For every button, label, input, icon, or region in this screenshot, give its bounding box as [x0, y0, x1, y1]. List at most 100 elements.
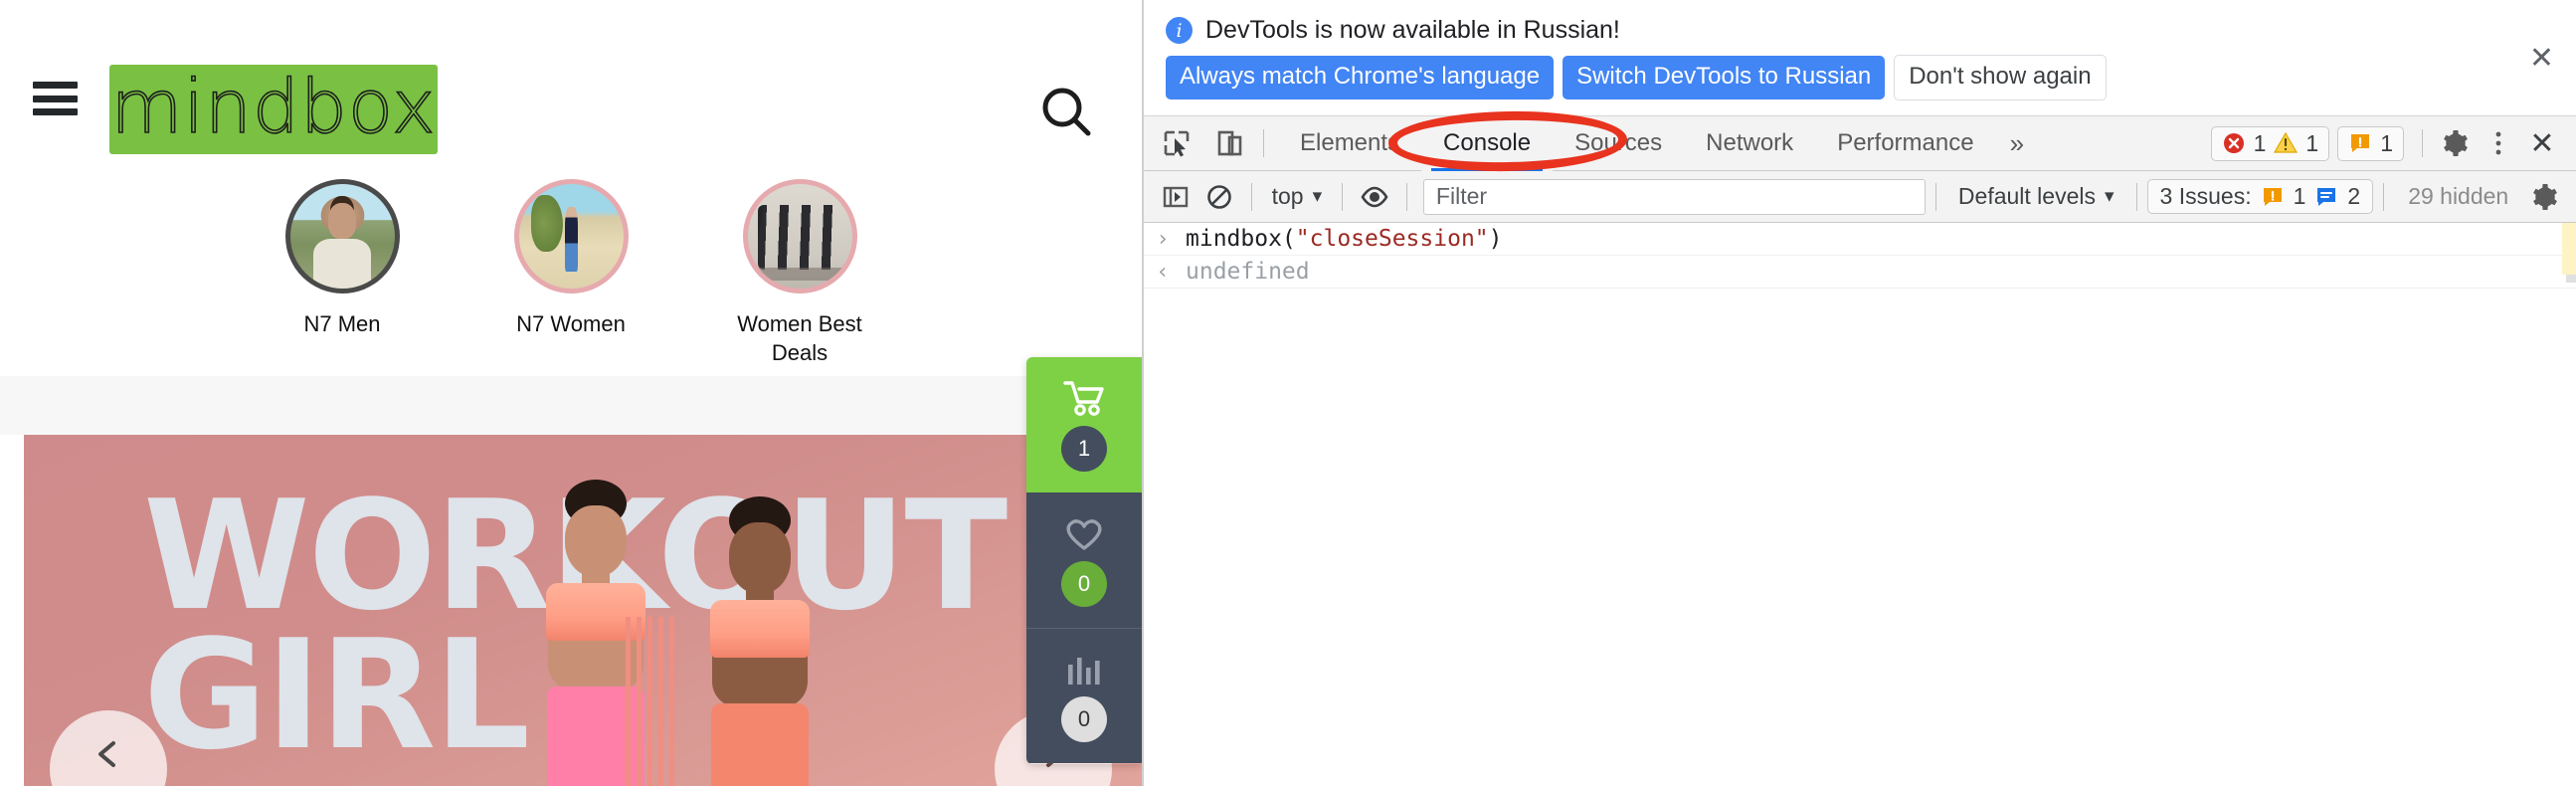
notification-message-row: i DevTools is now available in Russian!: [1144, 0, 2576, 45]
error-count: 1: [2253, 129, 2267, 156]
favorites-count-badge: 0: [1061, 561, 1107, 607]
content-separator: [0, 376, 1142, 435]
compare-button[interactable]: 0: [1026, 628, 1142, 763]
locale-notification-bar: i DevTools is now available in Russian! …: [1144, 0, 2576, 116]
toolbar-divider: [1263, 129, 1264, 157]
chevron-down-icon: ▾: [1312, 186, 1323, 207]
tab-elements[interactable]: Elements: [1278, 116, 1421, 171]
favorites-button[interactable]: 0: [1026, 492, 1142, 628]
more-tabs-icon[interactable]: »: [1996, 128, 2038, 159]
always-match-language-button[interactable]: Always match Chrome's language: [1166, 56, 1555, 99]
website-viewport: mindbox N7 Men N7 Women Women Best Deals…: [0, 0, 1142, 786]
category-item-n7-men[interactable]: N7 Men: [253, 179, 432, 367]
issue-warning-icon: [2263, 187, 2282, 206]
logo-text: mindbox: [110, 65, 437, 150]
switch-to-russian-button[interactable]: Switch DevTools to Russian: [1563, 56, 1886, 99]
compare-count-badge: 0: [1061, 695, 1107, 742]
category-label: N7 Men: [303, 311, 381, 336]
gear-icon[interactable]: [2522, 177, 2566, 217]
tab-console[interactable]: Console: [1421, 115, 1554, 171]
error-icon: [2223, 133, 2244, 153]
live-expression-icon[interactable]: [1353, 177, 1396, 217]
notification-actions-row: Always match Chrome's language Switch De…: [1144, 45, 2576, 100]
scrollbar-thumb[interactable]: [2566, 275, 2576, 283]
bar-chart-icon: [1068, 657, 1100, 685]
tab-sources[interactable]: Sources: [1553, 116, 1684, 171]
screen: mindbox N7 Men N7 Women Women Best Deals…: [0, 0, 2576, 786]
close-devtools-icon[interactable]: ✕: [2520, 123, 2564, 163]
console-result: undefined: [1186, 259, 1310, 285]
close-icon[interactable]: ✕: [2529, 44, 2554, 74]
hero-model-right: [670, 496, 849, 786]
console-toolbar: top ▾ Default levels ▾ 3 Issues:: [1144, 171, 2576, 223]
warning-count: 1: [2305, 129, 2319, 156]
heart-icon: [1066, 519, 1102, 550]
search-icon[interactable]: [1034, 80, 1100, 145]
category-thumbnail: [284, 179, 400, 294]
tabbar-right-controls: 1 1 1 ✕: [2210, 123, 2576, 163]
chevron-left-icon: [98, 741, 115, 767]
execution-context-label: top: [1271, 183, 1304, 209]
cart-button[interactable]: 1: [1026, 357, 1142, 492]
category-label: Women Best Deals: [737, 311, 862, 366]
toolbar-divider: [2422, 129, 2423, 157]
notification-message: DevTools is now available in Russian!: [1205, 16, 1620, 44]
category-thumbnail: [513, 179, 629, 294]
console-output[interactable]: › mindbox("closeSession") ‹ undefined: [1144, 223, 2576, 786]
output-arrow-icon: ‹: [1156, 259, 1170, 285]
issue-icon: [2351, 134, 2370, 152]
site-header: mindbox N7 Men N7 Women Women Best Deals: [0, 0, 1142, 376]
shopping-cart-icon: [1063, 381, 1104, 416]
devtools-panel: i DevTools is now available in Russian! …: [1142, 0, 2576, 786]
execution-context-selector[interactable]: top ▾: [1262, 183, 1333, 210]
tab-label: Console: [1443, 129, 1532, 156]
issues-counter[interactable]: 1: [2337, 125, 2404, 161]
tab-label: Performance: [1837, 129, 1974, 156]
command-prefix: mindbox(: [1186, 226, 1296, 252]
cart-count-badge: 1: [1061, 426, 1107, 472]
category-label: N7 Women: [516, 311, 626, 336]
log-levels-label: Default levels: [1957, 183, 2096, 209]
issue-count: 1: [2380, 129, 2393, 156]
issues-label: 3 Issues:: [2159, 183, 2252, 209]
error-warning-counter[interactable]: 1 1: [2210, 125, 2330, 161]
category-item-women-best-deals[interactable]: Women Best Deals: [710, 179, 889, 367]
issue-info-icon: [2317, 187, 2336, 206]
toolbar-divider: [2135, 182, 2137, 211]
device-toolbar-icon[interactable]: [1209, 124, 1251, 162]
input-arrow-icon: ›: [1156, 226, 1170, 252]
clear-console-icon[interactable]: [1197, 177, 1241, 217]
toolbar-divider: [1934, 182, 1936, 211]
scrollbar-warning-marker[interactable]: [2562, 223, 2576, 275]
inspect-element-icon[interactable]: [1156, 124, 1197, 162]
site-logo[interactable]: mindbox: [109, 65, 438, 154]
console-command: mindbox("closeSession"): [1186, 226, 1503, 252]
hero-resistance-band: [626, 617, 677, 786]
log-levels-selector[interactable]: Default levels ▾: [1946, 183, 2126, 210]
console-sidebar-icon[interactable]: [1154, 177, 1197, 217]
hero-carousel: WORKOUT GIRL: [24, 435, 1142, 786]
toolbar-divider: [1342, 182, 1344, 211]
dont-show-again-button[interactable]: Don't show again: [1894, 55, 2107, 100]
tab-performance[interactable]: Performance: [1815, 116, 1995, 171]
category-thumbnail: [742, 179, 857, 294]
devtools-tabbar: Elements Console Sources Network Perform…: [1144, 115, 2576, 171]
info-icon: i: [1166, 17, 1193, 44]
command-suffix: ): [1488, 226, 1503, 252]
toolbar-divider: [1405, 182, 1407, 211]
toolbar-divider: [2383, 182, 2385, 211]
tab-network[interactable]: Network: [1684, 116, 1815, 171]
warning-icon: [2274, 131, 2299, 153]
console-result-line: ‹ undefined: [1144, 256, 2576, 289]
issues-summary-button[interactable]: 3 Issues: 1 2: [2146, 179, 2374, 214]
gear-icon[interactable]: [2433, 123, 2477, 163]
hamburger-icon[interactable]: [33, 82, 78, 115]
filter-input[interactable]: [1422, 178, 1926, 215]
command-string: "closeSession": [1295, 226, 1489, 252]
tab-label: Sources: [1574, 129, 1663, 156]
hidden-messages-count: 29 hidden: [2408, 183, 2509, 209]
console-input-line[interactable]: › mindbox("closeSession"): [1144, 223, 2576, 256]
category-item-n7-women[interactable]: N7 Women: [481, 179, 660, 367]
more-vertical-icon[interactable]: [2477, 123, 2520, 163]
category-list: N7 Men N7 Women Women Best Deals: [0, 179, 1142, 367]
